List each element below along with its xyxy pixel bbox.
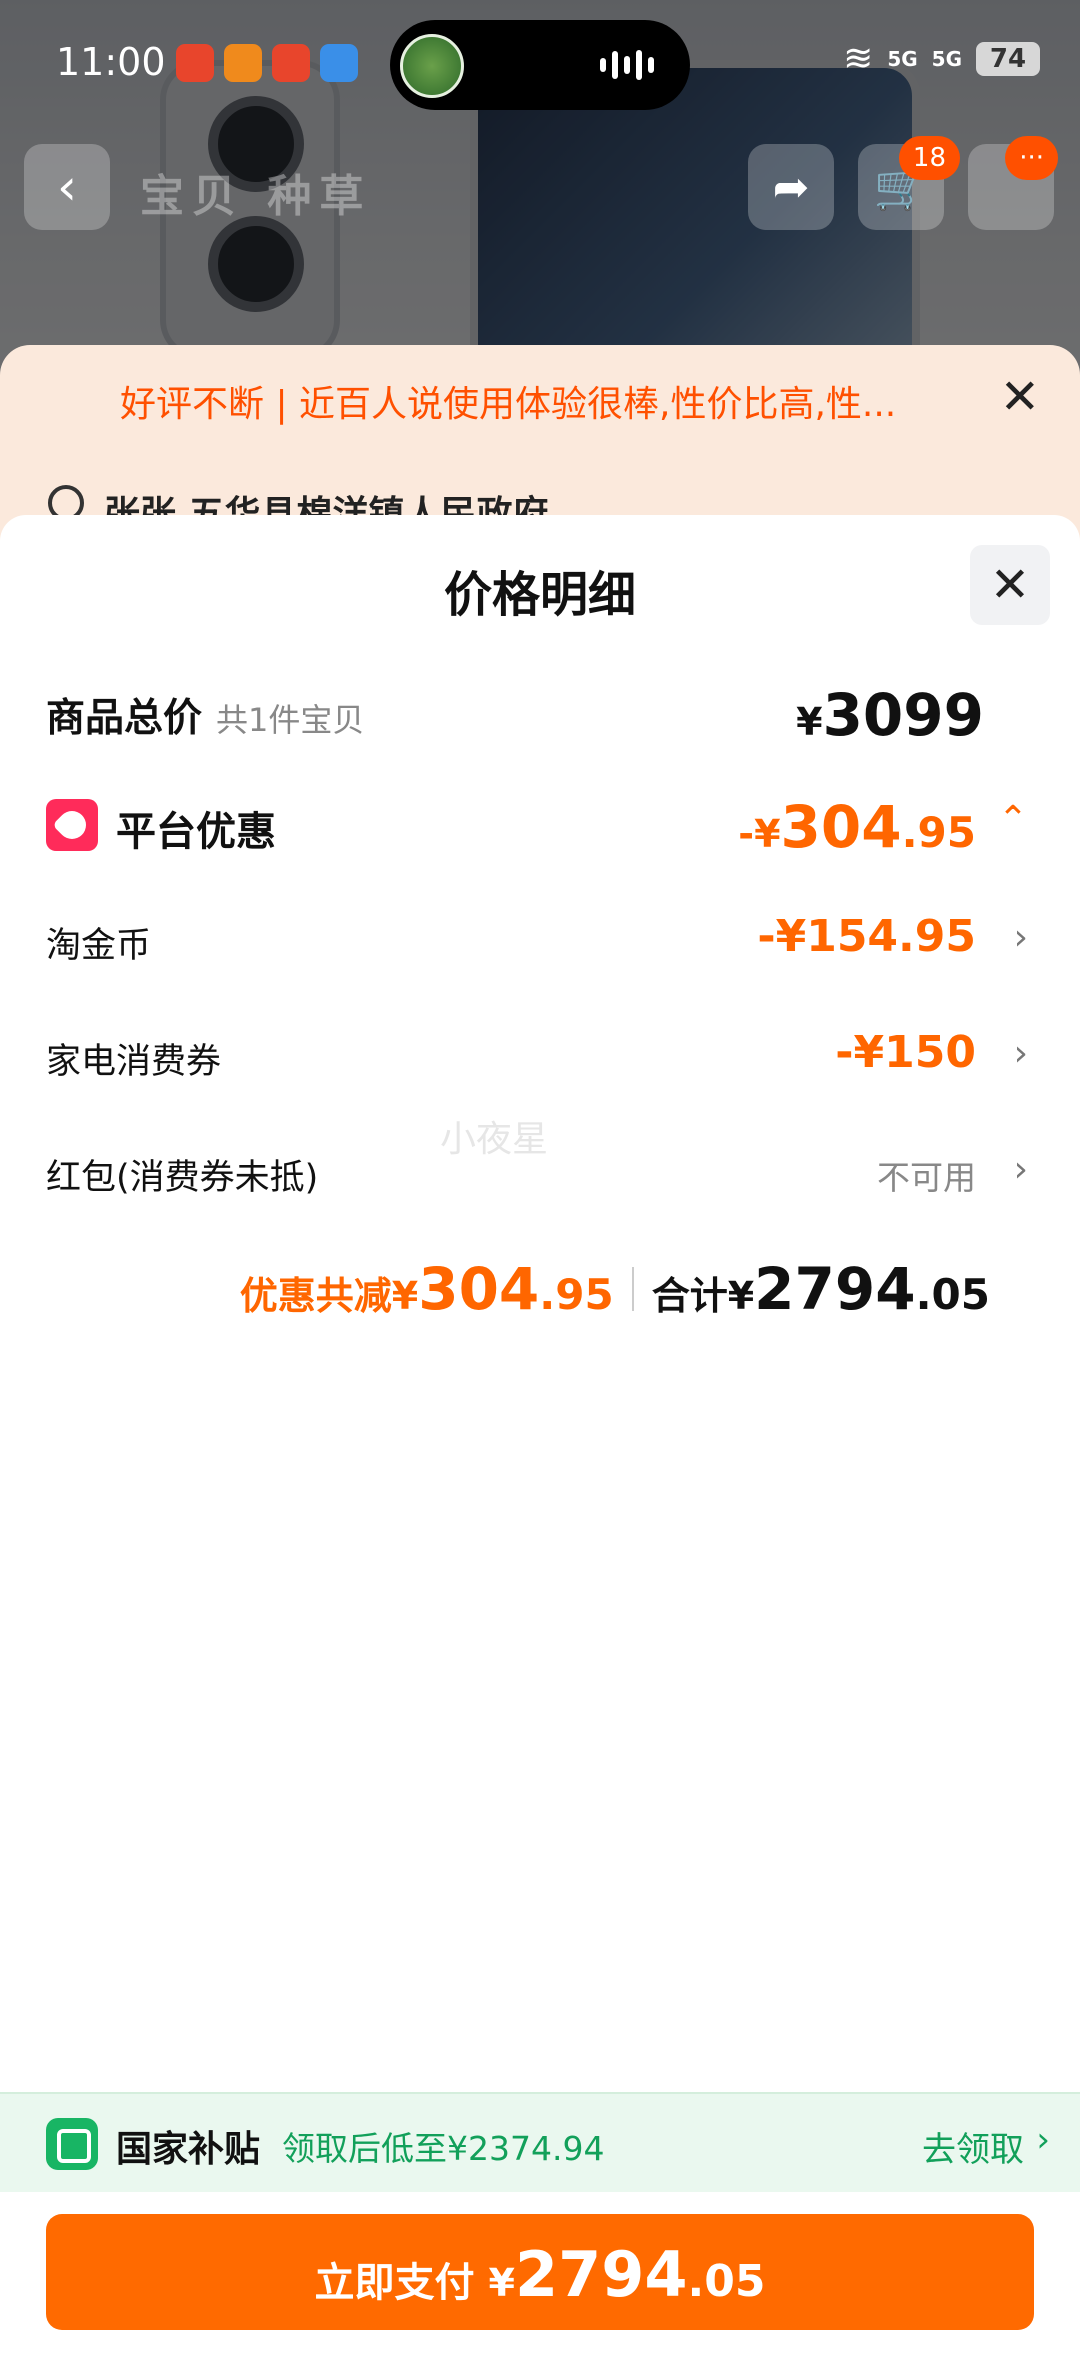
discount-total-int: 304 (418, 1255, 540, 1323)
close-icon: ✕ (989, 557, 1031, 613)
status-indicators: ≋ 5G 5G 74 (843, 38, 1040, 79)
grand-total-label: 合计¥ (651, 1274, 755, 1318)
divider (631, 1267, 634, 1311)
discount-item-row[interactable]: 淘金币 -¥154.95 › (46, 905, 1036, 975)
app-notification-icon (176, 44, 214, 82)
share-icon: ➦ (772, 161, 810, 213)
notification-icons (176, 44, 358, 82)
discount-item-label: 家电消费券 (46, 1042, 222, 1082)
pay-label: 立即支付 (314, 2260, 475, 2306)
goods-total-value: ¥3099 (796, 681, 984, 749)
chevron-right-icon: › (1036, 2120, 1050, 2160)
status-time: 11:00 (56, 40, 166, 84)
goods-total-amount: 3099 (822, 681, 984, 749)
platform-discount-label: 平台优惠 (116, 809, 276, 855)
back-button[interactable]: ‹ (24, 144, 110, 230)
discount-total-label: 优惠共减¥ (239, 1274, 419, 1318)
wifi-icon: ≋ (843, 38, 874, 79)
notice-text: 好评不断 | 近百人说使用体验很棒,性价比高,性... (120, 384, 897, 425)
subsidy-desc: 领取后低至¥2374.94 (282, 2129, 605, 2168)
share-button[interactable]: ➦ (748, 144, 834, 230)
subsidy-icon (46, 2118, 98, 2170)
goods-total-title: 商品总价 (46, 696, 203, 741)
avatar (400, 34, 464, 98)
subsidy-name: 国家补贴 (116, 2129, 261, 2170)
cart-button[interactable]: 🛒 18 (858, 136, 960, 230)
grand-total-dec: .05 (915, 1270, 990, 1319)
app-notification-icon (224, 44, 262, 82)
discount-tag-icon (46, 799, 98, 851)
chevron-up-icon[interactable]: ⌃ (998, 799, 1028, 840)
goods-total-row: 商品总价 共1件宝贝 ¥3099 (46, 675, 1036, 749)
nav-tabs[interactable]: 宝贝 种草 (140, 160, 371, 224)
claim-link[interactable]: 去领取 (922, 2122, 1024, 2171)
pay-amount-int: 2794 (514, 2238, 688, 2311)
more-button[interactable]: ··· (968, 136, 1058, 230)
close-icon[interactable]: ✕ (1000, 369, 1040, 425)
discount-total-dec: .95 (539, 1270, 614, 1319)
dynamic-island[interactable] (390, 20, 690, 110)
discount-prefix: -¥ (738, 812, 781, 856)
audio-wave-icon (600, 50, 656, 80)
discount-item-value: -¥150 (835, 1027, 976, 1078)
discount-item-value: 不可用 (877, 1158, 976, 1197)
discount-item-label: 淘金币 (46, 926, 152, 966)
discount-item-row[interactable]: 家电消费券 -¥150 › (46, 1021, 1036, 1091)
close-button[interactable]: ✕ (970, 545, 1050, 625)
currency-symbol: ¥ (488, 2261, 515, 2305)
pay-now-button[interactable]: 立即支付 ¥ 2794 .05 (46, 2214, 1034, 2330)
signal-icon: 5G (931, 46, 962, 71)
chevron-right-icon: › (1013, 1033, 1028, 1074)
watermark: 小夜星 (440, 1119, 549, 1160)
chevron-right-icon: › (1013, 917, 1028, 958)
national-subsidy-bar[interactable]: 国家补贴 领取后低至¥2374.94 去领取 › (0, 2092, 1080, 2192)
price-summary: 优惠共减¥ 304 .95 合计¥ 2794 .05 (240, 1255, 990, 1323)
battery-icon: 74 (976, 41, 1040, 76)
chevron-right-icon: › (1013, 1149, 1028, 1190)
discount-dec: .95 (901, 808, 976, 857)
discount-item-value: -¥154.95 (757, 911, 976, 962)
sheet-title: 价格明细 (443, 567, 636, 623)
platform-discount-row[interactable]: 平台优惠 -¥304.95 ⌃ (46, 787, 1036, 861)
top-nav: ‹ 宝贝 种草 ➦ 🛒 18 ··· (0, 136, 1080, 230)
chevron-left-icon: ‹ (57, 158, 77, 216)
grand-total-int: 2794 (754, 1255, 916, 1323)
signal-icon: 5G (887, 46, 918, 71)
discount-item-label: 红包(消费券未抵) (46, 1158, 319, 1198)
pay-amount-dec: .05 (687, 2256, 766, 2307)
status-bar: 11:00 ≋ 5G 5G 74 (0, 0, 1080, 120)
discount-int: 304 (780, 793, 902, 861)
goods-count: 共1件宝贝 (216, 701, 365, 739)
more-badge: ··· (1005, 136, 1058, 180)
app-notification-icon (272, 44, 310, 82)
platform-discount-value: -¥304.95 (738, 793, 976, 861)
cart-badge: 18 (898, 136, 960, 180)
currency-symbol: ¥ (796, 700, 823, 744)
wallet-icon (320, 44, 358, 82)
goods-total-label: 商品总价 共1件宝贝 (46, 687, 364, 743)
